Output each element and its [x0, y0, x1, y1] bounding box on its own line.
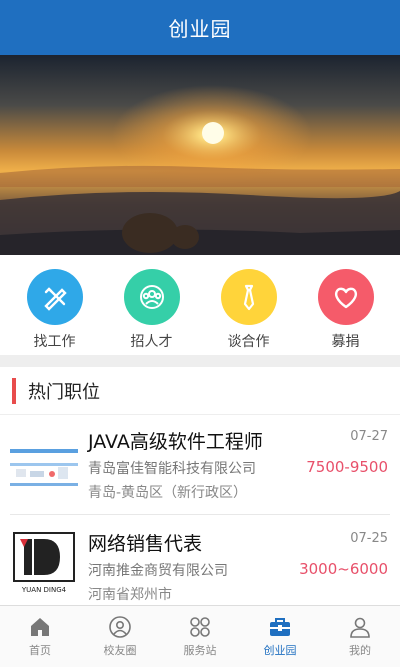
logo-text: YUAN DING4 [21, 586, 67, 594]
tab-startup-park[interactable]: 创业园 [240, 606, 320, 667]
pencil-ruler-icon [26, 269, 83, 325]
list-divider [10, 514, 390, 515]
tab-service-label: 服务站 [183, 644, 217, 657]
title-bar: 创业园 [0, 0, 400, 55]
company-logo [10, 427, 78, 495]
job-list-item[interactable]: JAVA高级软件工程师 07-27 青岛富佳智能科技有限公司 7500-9500… [0, 415, 400, 515]
user-icon [350, 617, 370, 638]
tie-icon [220, 269, 277, 325]
quick-actions: 找工作 招人才 谈合作 募捐 [0, 255, 400, 355]
team-icon [123, 269, 180, 325]
tab-alumni-label: 校友圈 [103, 644, 137, 657]
company-name: 青岛富佳智能科技有限公司 [88, 461, 256, 477]
job-date: 07-25 [350, 531, 388, 546]
job-date: 07-27 [350, 429, 388, 444]
cooperate-label: 谈合作 [227, 334, 270, 350]
job-list-item[interactable]: YUAN DING4 网络销售代表 07-25 河南推金商贸有限公司 3000~… [0, 517, 400, 617]
home-icon [31, 618, 49, 636]
recruit-label: 招人才 [130, 334, 173, 350]
section-accent-bar [12, 377, 16, 404]
grid-icon [190, 617, 210, 637]
company-logo: YUAN DING4 [10, 529, 78, 597]
donate-label: 募捐 [331, 334, 360, 350]
tab-mine[interactable]: 我的 [320, 606, 400, 667]
bottom-tab-bar: 首页 校友圈 服务站 创业园 我的 [0, 605, 400, 667]
hot-jobs-title: 热门职位 [28, 381, 100, 403]
tab-home-label: 首页 [29, 644, 51, 657]
job-location: 青岛-黄岛区（新行政区） [88, 485, 248, 501]
banner-image[interactable] [0, 55, 400, 255]
cooperate-button[interactable]: 谈合作 [209, 255, 289, 355]
job-salary: 7500-9500 [306, 458, 388, 476]
heart-icon [317, 269, 374, 325]
sunrise-image [0, 55, 400, 255]
tab-service[interactable]: 服务站 [160, 606, 240, 667]
donate-button[interactable]: 募捐 [306, 255, 386, 355]
job-title: JAVA高级软件工程师 [88, 431, 263, 453]
alumni-icon [109, 616, 131, 638]
job-location: 河南省郑州市 [88, 587, 172, 603]
job-title: 网络销售代表 [88, 533, 203, 555]
tab-home[interactable]: 首页 [0, 606, 80, 667]
section-gap [0, 355, 400, 367]
tab-alumni[interactable]: 校友圈 [80, 606, 160, 667]
company-name: 河南推金商贸有限公司 [88, 563, 228, 579]
find-job-label: 找工作 [33, 334, 76, 350]
find-job-button[interactable]: 找工作 [15, 255, 95, 355]
tab-mine-label: 我的 [349, 644, 371, 657]
recruit-button[interactable]: 招人才 [112, 255, 192, 355]
job-salary: 3000~6000 [299, 560, 388, 578]
hot-jobs-header: 热门职位 [0, 367, 400, 415]
briefcase-icon [270, 618, 290, 636]
tab-startup-park-label: 创业园 [263, 644, 297, 657]
page-title: 创业园 [168, 17, 232, 41]
